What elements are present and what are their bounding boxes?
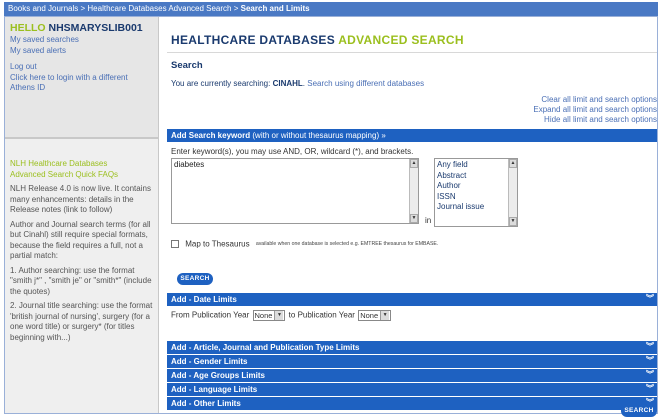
keyword-bar-subtitle: (with or without thesaurus mapping) » xyxy=(252,131,386,140)
scroll-down-icon[interactable]: ▼ xyxy=(509,217,517,226)
page-title: HEALTHCARE DATABASES ADVANCED SEARCH xyxy=(171,33,464,47)
publication-year-row: From Publication Year None ▼ to Publicati… xyxy=(171,310,392,321)
breadcrumb-separator: > xyxy=(80,4,86,13)
field-option[interactable]: Any field xyxy=(437,160,515,171)
saved-alerts-link[interactable]: My saved alerts xyxy=(10,46,153,57)
other-limits-bar[interactable]: Add - Other Limits ︾ xyxy=(167,397,657,410)
from-year-label: From Publication Year xyxy=(171,310,250,320)
keyword-value: diabetes xyxy=(174,160,205,169)
currently-searching-label: You are currently searching: xyxy=(171,79,271,88)
dropdown-arrow-icon: ▼ xyxy=(380,311,390,320)
from-year-select[interactable]: None ▼ xyxy=(252,310,286,321)
keyword-input[interactable]: diabetes ▲ ▼ xyxy=(171,158,419,224)
hide-limits-link[interactable]: Hide all limit and search options xyxy=(533,115,657,125)
keyword-section-bar[interactable]: Add Search keyword (with or without thes… xyxy=(167,129,657,142)
limit-bar-label: Add - Other Limits xyxy=(171,399,241,408)
date-limits-bar[interactable]: Add - Date Limits ︾ xyxy=(167,293,657,306)
dropdown-arrow-icon: ▼ xyxy=(274,311,284,320)
change-database-link[interactable]: Search using different databases xyxy=(307,79,424,88)
collapse-chevron-icon[interactable]: ︾ xyxy=(646,293,654,305)
faq-subtitle[interactable]: Advanced Search Quick FAQs xyxy=(10,170,153,181)
saved-searches-link[interactable]: My saved searches xyxy=(10,35,153,46)
author-tip: 1. Author searching: use the format "smi… xyxy=(10,265,152,296)
from-year-value: None xyxy=(254,311,273,320)
field-option[interactable]: ISSN xyxy=(437,192,515,203)
search-heading: Search xyxy=(171,60,203,71)
limit-bar-label: Add - Language Limits xyxy=(171,385,258,394)
account-panel: HELLO NHSMARYSLIB001 My saved searches M… xyxy=(5,17,158,139)
limit-options: Clear all limit and search options Expan… xyxy=(533,95,657,125)
help-panel: NLH Healthcare Databases Advanced Search… xyxy=(5,155,158,347)
date-limits-label: Add - Date Limits xyxy=(171,295,237,304)
scroll-down-icon[interactable]: ▼ xyxy=(410,214,418,223)
format-note: Author and Journal search terms (for all… xyxy=(10,219,151,261)
map-thesaurus-note: available when one database is selected … xyxy=(255,240,439,247)
field-option[interactable]: Author xyxy=(437,181,515,192)
map-thesaurus-row: Map to Thesaurus available when one data… xyxy=(171,239,438,248)
title-part2: ADVANCED SEARCH xyxy=(338,33,464,47)
field-option[interactable]: Abstract xyxy=(437,171,515,182)
hello-label: HELLO xyxy=(10,22,46,34)
breadcrumb: Books and Journals > Healthcare Database… xyxy=(4,2,658,16)
logout-link[interactable]: Log out xyxy=(10,62,153,73)
to-year-label: to Publication Year xyxy=(288,310,355,320)
search-button-bottom[interactable]: SEARCH xyxy=(621,405,657,417)
limit-bar-label: Add - Age Groups Limits xyxy=(171,371,265,380)
gender-limits-bar[interactable]: Add - Gender Limits ︾ xyxy=(167,355,657,368)
page-frame: HELLO NHSMARYSLIB001 My saved searches M… xyxy=(4,16,658,417)
main-content: HEALTHCARE DATABASES ADVANCED SEARCH Sea… xyxy=(163,17,657,417)
field-option[interactable]: Journal issue xyxy=(437,202,515,213)
expand-chevron-icon[interactable]: ︾ xyxy=(646,341,654,353)
breadcrumb-separator: > xyxy=(233,4,239,13)
keyword-scrollbar[interactable]: ▲ ▼ xyxy=(409,159,418,223)
breadcrumb-current: Search and Limits xyxy=(240,4,310,13)
athens-login-link[interactable]: Click here to login with a different xyxy=(10,73,153,84)
expand-chevron-icon[interactable]: ︾ xyxy=(646,369,654,381)
to-year-value: None xyxy=(360,311,379,320)
search-button[interactable]: SEARCH xyxy=(177,273,213,285)
publication-type-limits-bar[interactable]: Add - Article, Journal and Publication T… xyxy=(167,341,657,354)
scroll-up-icon[interactable]: ▲ xyxy=(509,159,517,168)
current-database-line: You are currently searching: CINAHL. Sea… xyxy=(171,79,425,88)
keyword-bar-title: Add Search keyword xyxy=(171,131,251,140)
limit-bar-label: Add - Article, Journal and Publication T… xyxy=(171,343,360,352)
expand-limits-link[interactable]: Expand all limit and search options xyxy=(533,105,657,115)
breadcrumb-advanced-search[interactable]: Healthcare Databases Advanced Search xyxy=(87,4,231,13)
athens-login-link-cont[interactable]: Athens ID xyxy=(10,83,153,94)
clear-limits-link[interactable]: Clear all limit and search options xyxy=(533,95,657,105)
sidebar: HELLO NHSMARYSLIB001 My saved searches M… xyxy=(5,17,159,413)
faq-title[interactable]: NLH Healthcare Databases xyxy=(10,159,153,170)
expand-chevron-icon[interactable]: ︾ xyxy=(646,355,654,367)
greeting: HELLO NHSMARYSLIB001 xyxy=(10,22,153,35)
breadcrumb-books-journals[interactable]: Books and Journals xyxy=(8,4,78,13)
scroll-up-icon[interactable]: ▲ xyxy=(410,159,418,168)
field-select-list[interactable]: Any field Abstract Author ISSN Journal i… xyxy=(434,158,518,227)
language-limits-bar[interactable]: Add - Language Limits ︾ xyxy=(167,383,657,396)
journal-tip: 2. Journal title searching: use the form… xyxy=(10,301,153,342)
expand-chevron-icon[interactable]: ︾ xyxy=(646,383,654,395)
map-thesaurus-checkbox[interactable] xyxy=(171,239,179,248)
field-list-scrollbar[interactable]: ▲ ▼ xyxy=(508,159,517,226)
release-note: NLH Release 4.0 is now live. It contains… xyxy=(10,184,151,214)
title-part1: HEALTHCARE DATABASES xyxy=(171,33,335,47)
title-divider xyxy=(167,52,657,53)
in-label: in xyxy=(425,216,432,225)
to-year-select[interactable]: None ▼ xyxy=(358,310,392,321)
limit-bar-label: Add - Gender Limits xyxy=(171,357,248,366)
keyword-hint: Enter keyword(s), you may use AND, OR, w… xyxy=(171,147,414,156)
age-groups-limits-bar[interactable]: Add - Age Groups Limits ︾ xyxy=(167,369,657,382)
database-name: CINAHL xyxy=(272,79,303,88)
username: NHSMARYSLIB001 xyxy=(48,22,143,34)
map-thesaurus-label: Map to Thesaurus xyxy=(185,239,250,249)
